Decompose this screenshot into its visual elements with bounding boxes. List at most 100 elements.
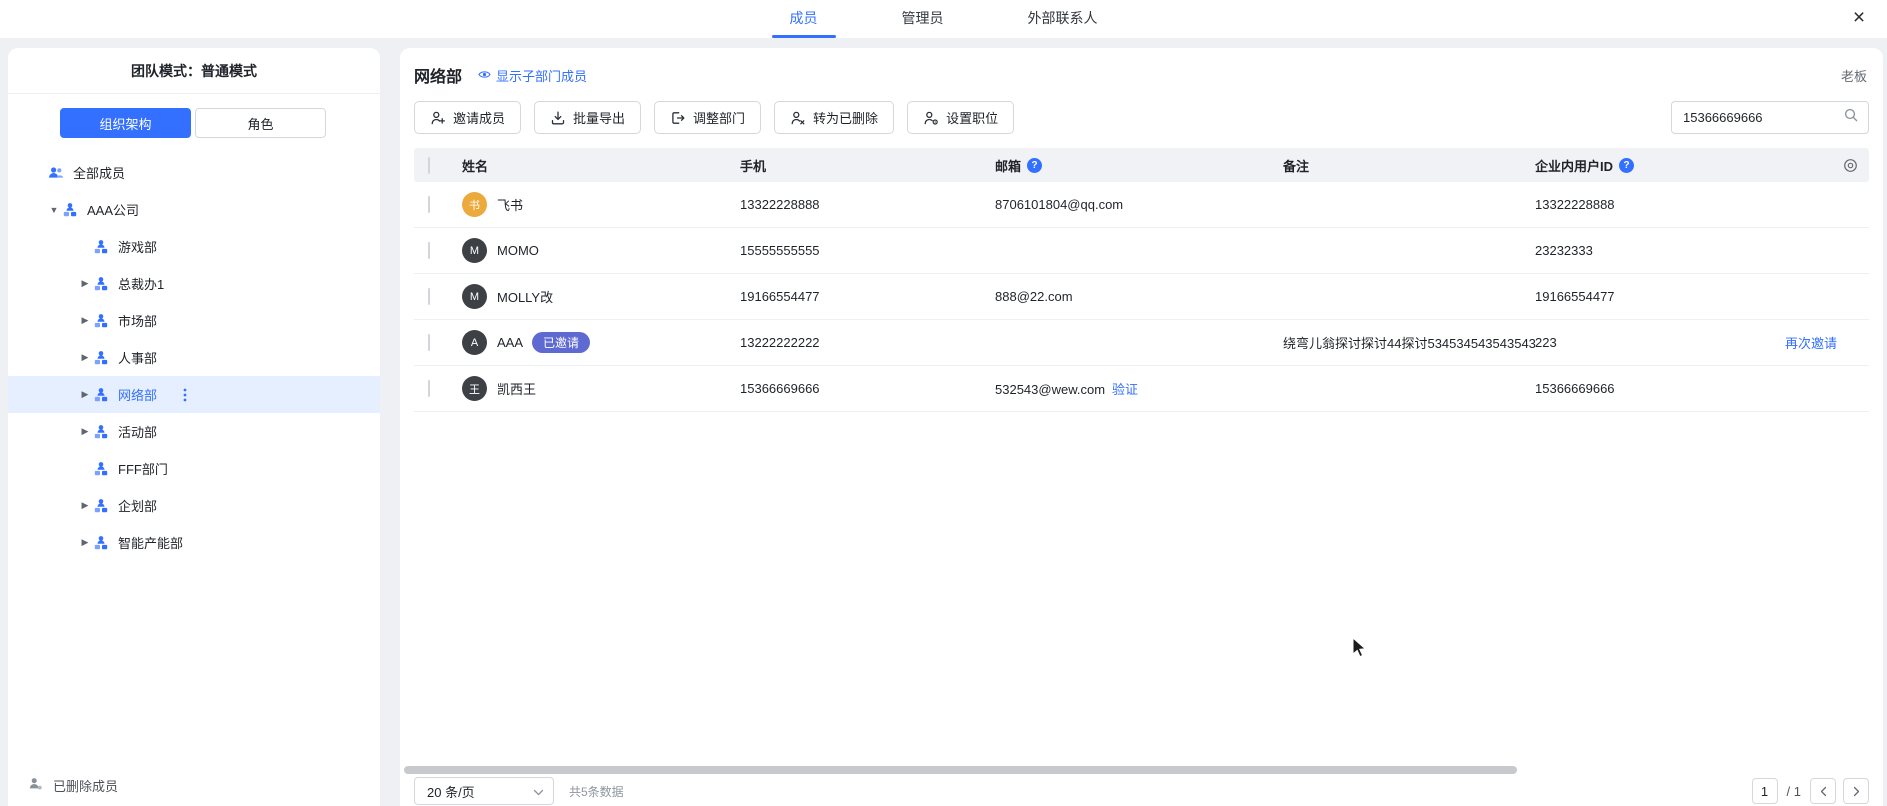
expand-arrow-icon[interactable]: ▶ bbox=[77, 537, 93, 548]
eye-icon bbox=[478, 68, 491, 83]
show-sub-department-link[interactable]: 显示子部门成员 bbox=[478, 66, 587, 85]
expand-arrow-icon[interactable]: ▶ bbox=[77, 500, 93, 511]
tree-item-0[interactable]: ▼ AAA公司 bbox=[8, 191, 380, 228]
user-id-help-icon[interactable]: ? bbox=[1619, 158, 1634, 173]
expand-arrow-icon[interactable]: ▶ bbox=[77, 278, 93, 289]
tree-item-label: AAA公司 bbox=[87, 200, 139, 219]
tree-item-1[interactable]: 游戏部 bbox=[8, 228, 380, 265]
member-name-cell: AAAA已邀请 bbox=[462, 330, 740, 355]
toolbar-button-0[interactable]: 邀请成员 bbox=[414, 101, 521, 134]
department-icon bbox=[93, 313, 109, 329]
toolbar-button-2[interactable]: 调整部门 bbox=[654, 101, 761, 134]
table-row: 书飞书133222288888706101804@qq.com133222288… bbox=[414, 182, 1869, 228]
member-phone-cell: 13222222222 bbox=[740, 335, 995, 350]
tree-item-2[interactable]: ▶总裁办1 bbox=[8, 265, 380, 302]
reinvite-link[interactable]: 再次邀请 bbox=[1785, 336, 1837, 351]
team-mode-title: 团队模式：普通模式 bbox=[8, 48, 380, 94]
tree-item-5[interactable]: ▶ 网络部 bbox=[8, 376, 380, 413]
row-checkbox[interactable] bbox=[428, 242, 430, 259]
tab-1[interactable]: 管理员 bbox=[876, 0, 970, 38]
member-remark-cell: 绕弯儿翁探讨探讨44探讨534534543543543 bbox=[1283, 333, 1535, 352]
avatar: M bbox=[462, 284, 487, 309]
more-icon[interactable] bbox=[183, 387, 187, 403]
member-search-box bbox=[1671, 101, 1869, 134]
expand-arrow-icon[interactable]: ▶ bbox=[77, 352, 93, 363]
members-table: 姓名 手机 邮箱 ? 备注 企业内用户ID ? 书飞书1332222888887… bbox=[414, 148, 1869, 412]
expand-arrow-icon[interactable]: ▶ bbox=[77, 389, 93, 400]
sidebar-item-deleted-members[interactable]: 已删除成员 bbox=[8, 764, 118, 806]
member-name: AAA bbox=[497, 335, 523, 350]
member-phone-cell: 19166554477 bbox=[740, 289, 995, 304]
toolbar-button-3[interactable]: 转为已删除 bbox=[774, 101, 894, 134]
header-phone: 手机 bbox=[740, 156, 995, 175]
select-all-checkbox[interactable] bbox=[428, 157, 430, 174]
tree-item-4[interactable]: ▶人事部 bbox=[8, 339, 380, 376]
row-checkbox-cell bbox=[414, 381, 462, 396]
close-icon[interactable]: × bbox=[1847, 7, 1871, 31]
row-checkbox[interactable] bbox=[428, 380, 430, 397]
tree-item-label: 活动部 bbox=[118, 422, 157, 441]
department-icon bbox=[93, 461, 109, 477]
expand-arrow-icon[interactable]: ▶ bbox=[77, 315, 93, 326]
tab-0[interactable]: 成员 bbox=[764, 0, 844, 38]
toolbar-button-1[interactable]: 批量导出 bbox=[534, 101, 641, 134]
tab-label: 成员 bbox=[790, 10, 818, 26]
member-name-cell: 书飞书 bbox=[462, 192, 740, 217]
tree-item-label: 网络部 bbox=[118, 385, 157, 404]
toolbar-button-4[interactable]: 设置职位 bbox=[907, 101, 1014, 134]
search-input[interactable] bbox=[1683, 110, 1843, 125]
horizontal-scrollbar[interactable] bbox=[404, 766, 1517, 774]
expand-arrow-icon[interactable]: ▼ bbox=[46, 205, 62, 215]
show-sub-department-label: 显示子部门成员 bbox=[496, 66, 587, 85]
verify-email-link[interactable]: 验证 bbox=[1112, 382, 1138, 397]
department-icon bbox=[93, 387, 109, 403]
page-size-select[interactable]: 20 条/页 bbox=[414, 777, 554, 805]
member-user-id-cell: 19166554477 bbox=[1535, 289, 1745, 304]
department-icon bbox=[93, 424, 109, 440]
row-checkbox[interactable] bbox=[428, 288, 430, 305]
tree-item-8[interactable]: ▶企划部 bbox=[8, 487, 380, 524]
tree-item-label: FFF部门 bbox=[118, 459, 168, 478]
department-icon bbox=[62, 202, 78, 218]
member-email: 8706101804@qq.com bbox=[995, 197, 1123, 212]
content-area: 团队模式：普通模式 组织架构 角色 全部成员 ▼AAA公司游戏部▶总裁办1▶市场… bbox=[0, 38, 1887, 806]
role-button[interactable]: 角色 bbox=[195, 108, 326, 138]
table-row: MMOLLY改19166554477888@22.com19166554477 bbox=[414, 274, 1869, 320]
org-structure-button[interactable]: 组织架构 bbox=[60, 108, 191, 138]
search-icon[interactable] bbox=[1843, 107, 1859, 128]
page-separator: / 1 bbox=[1787, 784, 1801, 799]
header-name: 姓名 bbox=[462, 156, 740, 175]
tree-item-3[interactable]: ▶ 市场部 bbox=[8, 302, 380, 339]
tab-label: 外部联系人 bbox=[1028, 10, 1098, 26]
row-checkbox-cell bbox=[414, 197, 462, 212]
deleted-members-label: 已删除成员 bbox=[53, 776, 118, 795]
next-page-button[interactable] bbox=[1843, 778, 1869, 804]
invited-status-badge: 已邀请 bbox=[532, 332, 590, 353]
email-help-icon[interactable]: ? bbox=[1027, 158, 1042, 173]
tree-item-label: 市场部 bbox=[118, 311, 157, 330]
member-name-cell: MMOMO bbox=[462, 238, 740, 263]
prev-page-button[interactable] bbox=[1810, 778, 1836, 804]
avatar: A bbox=[462, 330, 487, 355]
member-email: 888@22.com bbox=[995, 289, 1073, 304]
tab-2[interactable]: 外部联系人 bbox=[1002, 0, 1124, 38]
table-row: 王凯西王15366669666532543@wew.com验证153666696… bbox=[414, 366, 1869, 412]
current-page-box[interactable]: 1 bbox=[1752, 778, 1778, 804]
row-checkbox[interactable] bbox=[428, 196, 430, 213]
sidebar-item-all-members[interactable]: 全部成员 bbox=[8, 154, 380, 191]
column-settings-icon[interactable] bbox=[1842, 157, 1859, 177]
member-phone-cell: 15555555555 bbox=[740, 243, 995, 258]
toolbar-button-label: 邀请成员 bbox=[453, 108, 505, 127]
table-footer: 20 条/页 共5条数据 1 / 1 bbox=[400, 776, 1883, 806]
total-count-label: 共5条数据 bbox=[569, 783, 624, 800]
all-members-label: 全部成员 bbox=[73, 163, 125, 182]
tree-item-7[interactable]: FFF部门 bbox=[8, 450, 380, 487]
expand-arrow-icon[interactable]: ▶ bbox=[77, 426, 93, 437]
tab-label: 管理员 bbox=[902, 10, 944, 26]
tree-item-9[interactable]: ▶ 智能产能部 bbox=[8, 524, 380, 561]
tree-item-label: 智能产能部 bbox=[118, 533, 183, 552]
row-checkbox[interactable] bbox=[428, 334, 430, 351]
panel-header: 网络部 显示子部门成员 老板 bbox=[400, 48, 1883, 89]
tree-item-label: 游戏部 bbox=[118, 237, 157, 256]
tree-item-6[interactable]: ▶ 活动部 bbox=[8, 413, 380, 450]
